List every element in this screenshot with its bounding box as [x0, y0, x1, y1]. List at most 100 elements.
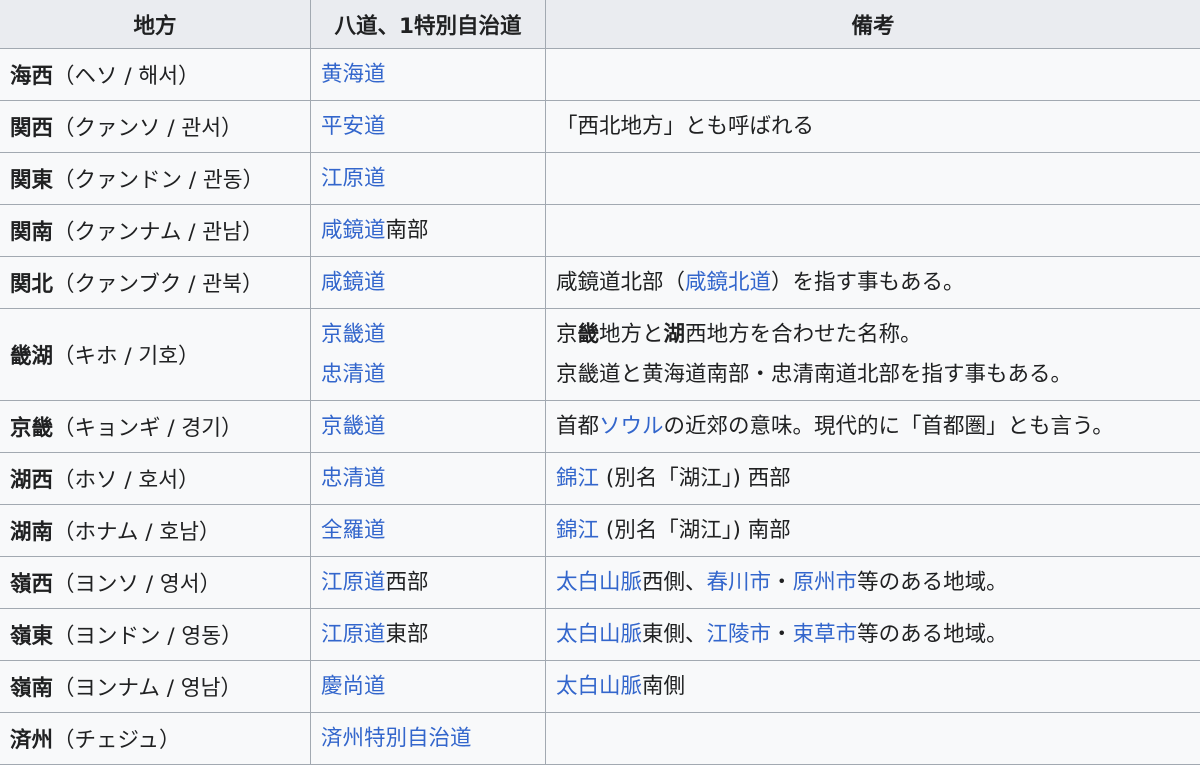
- province-cell: 京畿道忠清道: [311, 309, 546, 401]
- region-cell: 湖南（ホナム / 호남）: [0, 505, 311, 557]
- cell-line: 京畿道: [321, 407, 535, 447]
- wiki-link[interactable]: 京畿道: [321, 322, 386, 347]
- region-name: 海西: [10, 64, 53, 89]
- header-province[interactable]: 八道、1特別自治道: [311, 0, 546, 49]
- wiki-link[interactable]: ソウル: [599, 414, 664, 439]
- wiki-link[interactable]: 江陵市: [707, 622, 772, 647]
- province-cell: 平安道: [311, 101, 546, 153]
- cell-text: 南部: [386, 218, 429, 243]
- region-name: 嶺東: [10, 624, 53, 649]
- region-cell: 嶺南（ヨンナム / 영남）: [0, 661, 311, 713]
- wiki-link[interactable]: 太白山脈: [556, 674, 642, 699]
- wiki-link[interactable]: 平安道: [321, 114, 386, 139]
- bold-text: 畿: [578, 322, 600, 347]
- table-body: 海西（ヘソ / 해서）黄海道関西（クァンソ / 관서）平安道「西北地方」とも呼ば…: [0, 49, 1200, 765]
- wiki-link[interactable]: 錦江: [556, 518, 599, 543]
- wiki-link[interactable]: 太白山脈: [556, 622, 642, 647]
- cell-text: 首都: [556, 414, 599, 439]
- header-row: 地方 八道、1特別自治道 備考: [0, 0, 1200, 49]
- wiki-link[interactable]: 咸鏡道: [321, 218, 386, 243]
- cell-line: 江原道: [321, 159, 535, 199]
- bold-text: 湖: [664, 322, 686, 347]
- note-cell: [546, 205, 1200, 257]
- wiki-link[interactable]: 忠清道: [321, 466, 386, 491]
- cell-text: ）を指す事もある。: [771, 270, 965, 295]
- wiki-link[interactable]: 全羅道: [321, 518, 386, 543]
- table-row: 済州（チェジュ） 済州特別自治道: [0, 713, 1200, 765]
- cell-text: 西部: [386, 570, 429, 595]
- region-cell: 京畿（キョンギ / 경기）: [0, 401, 311, 453]
- wiki-link[interactable]: 咸鏡北道: [685, 270, 771, 295]
- cell-line: 黄海道: [321, 55, 535, 95]
- cell-text: 南側: [642, 674, 685, 699]
- cell-line: 済州特別自治道: [321, 719, 535, 759]
- region-cell: 嶺西（ヨンソ / 영서）: [0, 557, 311, 609]
- cell-text: 京畿道と黄海道南部・忠清南道北部を指す事もある。: [556, 362, 1072, 387]
- note-cell: 京畿地方と湖西地方を合わせた名称。京畿道と黄海道南部・忠清南道北部を指す事もある…: [546, 309, 1200, 401]
- cell-line: 咸鏡道南部: [321, 211, 535, 251]
- region-cell: 畿湖（キホ / 기호）: [0, 309, 311, 401]
- wiki-link[interactable]: 済州特別自治道: [321, 726, 472, 751]
- cell-line: 太白山脈西側、春川市・原州市等のある地域。: [556, 563, 1190, 603]
- note-cell: 首都ソウルの近郊の意味。現代的に「首都圏」とも言う。: [546, 401, 1200, 453]
- wiki-link[interactable]: 江原道: [321, 622, 386, 647]
- region-cell: 済州（チェジュ）: [0, 713, 311, 765]
- region-reading: （クァンナム / 관남）: [53, 220, 263, 245]
- province-cell: 済州特別自治道: [311, 713, 546, 765]
- header-region[interactable]: 地方: [0, 0, 311, 49]
- cell-line: 京畿道と黄海道南部・忠清南道北部を指す事もある。: [556, 355, 1190, 395]
- cell-line: 咸鏡道: [321, 263, 535, 303]
- table-row: 湖南（ホナム / 호남） 全羅道 錦江 (別名「湖江」) 南部: [0, 505, 1200, 557]
- region-name: 関南: [10, 220, 53, 245]
- region-name: 湖南: [10, 520, 53, 545]
- region-name: 畿湖: [10, 344, 53, 369]
- wiki-link[interactable]: 慶尚道: [321, 674, 386, 699]
- note-cell: 錦江 (別名「湖江」) 南部: [546, 505, 1200, 557]
- wiki-link[interactable]: 京畿道: [321, 414, 386, 439]
- cell-line: 全羅道: [321, 511, 535, 551]
- region-reading: （キョンギ / 경기）: [53, 416, 242, 441]
- wiki-link[interactable]: 忠清道: [321, 362, 386, 387]
- cell-text: 東部: [386, 622, 429, 647]
- region-reading: （チェジュ）: [53, 728, 181, 753]
- wiki-link[interactable]: 咸鏡道: [321, 270, 386, 295]
- region-name: 関北: [10, 272, 53, 297]
- cell-line: 太白山脈東側、江陵市・束草市等のある地域。: [556, 615, 1190, 655]
- table-row: 京畿（キョンギ / 경기） 京畿道 首都ソウルの近郊の意味。現代的に「首都圏」とも言…: [0, 401, 1200, 453]
- cell-text: (別名「湖江」) 南部: [599, 518, 791, 543]
- region-cell: 関北（クァンブク / 관북）: [0, 257, 311, 309]
- table-row: 関西（クァンソ / 관서）平安道「西北地方」とも呼ばれる: [0, 101, 1200, 153]
- regions-table: 地方 八道、1特別自治道 備考 海西（ヘソ / 해서）黄海道関西（クァンソ / …: [0, 0, 1200, 765]
- region-reading: （ヨンドン / 영동）: [53, 624, 242, 649]
- cell-text: 京: [556, 322, 578, 347]
- wiki-link[interactable]: 太白山脈: [556, 570, 642, 595]
- wiki-link[interactable]: 原州市: [793, 570, 858, 595]
- region-reading: （ヨンナム / 영남）: [53, 676, 242, 701]
- cell-line: 京畿道: [321, 315, 535, 355]
- cell-line: 太白山脈南側: [556, 667, 1190, 707]
- wiki-link[interactable]: 錦江: [556, 466, 599, 491]
- region-reading: （ヨンソ / 영서）: [53, 572, 221, 597]
- header-note[interactable]: 備考: [546, 0, 1200, 49]
- cell-text: 西地方を合わせた名称。: [685, 322, 922, 347]
- wiki-link[interactable]: 春川市: [707, 570, 772, 595]
- region-reading: （ホソ / 호서）: [53, 468, 199, 493]
- cell-line: 江原道東部: [321, 615, 535, 655]
- note-cell: 太白山脈西側、春川市・原州市等のある地域。: [546, 557, 1200, 609]
- table-row: 関北（クァンブク / 관북） 咸鏡道 咸鏡道北部（咸鏡北道）を指す事もある。: [0, 257, 1200, 309]
- cell-text: の近郊の意味。現代的に「首都圏」とも言う。: [664, 414, 1114, 439]
- province-cell: 江原道東部: [311, 609, 546, 661]
- note-cell: 「西北地方」とも呼ばれる: [546, 101, 1200, 153]
- region-name: 湖西: [10, 468, 53, 493]
- region-reading: （クァンドン / 관동）: [53, 168, 264, 193]
- cell-line: 咸鏡道北部（咸鏡北道）を指す事もある。: [556, 263, 1190, 303]
- province-cell: 咸鏡道南部: [311, 205, 546, 257]
- note-cell: [546, 713, 1200, 765]
- wiki-link[interactable]: 束草市: [793, 622, 858, 647]
- wiki-link[interactable]: 江原道: [321, 570, 386, 595]
- wiki-link[interactable]: 江原道: [321, 166, 386, 191]
- region-reading: （ホナム / 호남）: [53, 520, 220, 545]
- table-row: 嶺西（ヨンソ / 영서） 江原道西部 太白山脈西側、春川市・原州市等のある地域。: [0, 557, 1200, 609]
- cell-line: 「西北地方」とも呼ばれる: [556, 107, 1190, 147]
- wiki-link[interactable]: 黄海道: [321, 62, 386, 87]
